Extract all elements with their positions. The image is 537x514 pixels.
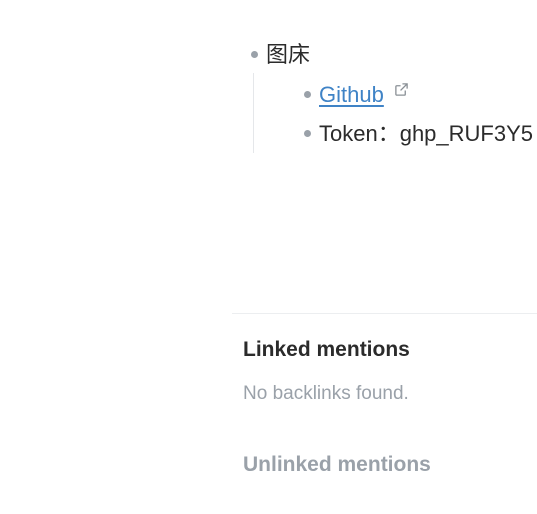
references-divider (232, 313, 537, 314)
no-backlinks-text: No backlinks found. (243, 383, 409, 404)
indent-guide-line (253, 73, 254, 153)
bullet-dot-icon[interactable] (304, 91, 311, 98)
block-parent-label[interactable]: 图床 (266, 42, 310, 68)
github-link[interactable]: Github (319, 82, 384, 108)
token-block-text[interactable]: Token：ghp_RUF3Y5 (319, 121, 533, 147)
bullet-dot-icon[interactable] (251, 51, 258, 58)
bullet-dot-icon[interactable] (304, 130, 311, 137)
unlinked-mentions-title[interactable]: Unlinked mentions (243, 453, 431, 477)
external-link-icon (395, 83, 408, 96)
linked-mentions-title[interactable]: Linked mentions (243, 338, 410, 362)
